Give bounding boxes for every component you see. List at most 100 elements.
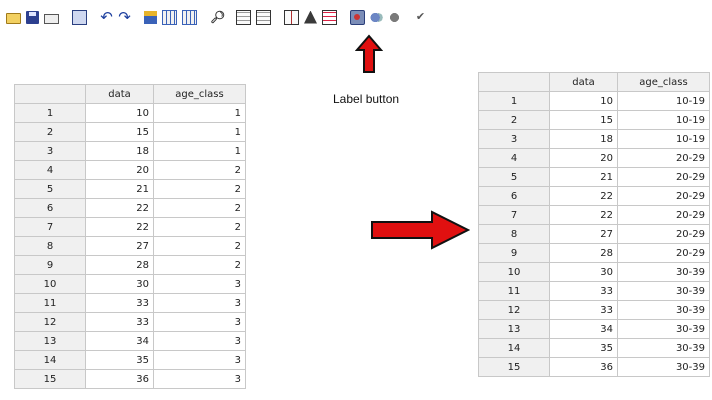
age-class-cell[interactable]: 3 [153,312,246,332]
row-number-cell[interactable]: 8 [14,236,86,256]
data-cell[interactable]: 28 [549,243,618,263]
data-cell[interactable]: 21 [549,167,618,187]
row-number-cell[interactable]: 4 [478,148,550,168]
row-number-cell[interactable]: 7 [14,217,86,237]
age-class-cell[interactable]: 20-29 [617,186,710,206]
age-class-cell[interactable]: 20-29 [617,243,710,263]
row-number-cell[interactable]: 5 [478,167,550,187]
row-number-cell[interactable]: 11 [478,281,550,301]
data-cell[interactable]: 36 [549,357,618,377]
age-class-cell[interactable]: 30-39 [617,357,710,377]
row-number-cell[interactable]: 1 [14,103,86,123]
insert-cases-icon[interactable] [236,9,251,25]
data-cell[interactable]: 15 [85,122,154,142]
print-icon[interactable] [44,13,59,24]
row-number-cell[interactable]: 8 [478,224,550,244]
age-class-cell[interactable]: 20-29 [617,167,710,187]
data-cell[interactable]: 36 [85,369,154,389]
weight-cases-icon[interactable] [304,10,317,24]
age-class-cell[interactable]: 1 [153,122,246,142]
data-cell[interactable]: 33 [549,281,618,301]
data-cell[interactable]: 22 [549,205,618,225]
dialog-recall-icon[interactable] [72,9,87,25]
row-number-cell[interactable]: 7 [478,205,550,225]
data-cell[interactable]: 22 [85,217,154,237]
show-all-icon[interactable] [388,10,401,24]
data-cell[interactable]: 35 [549,338,618,358]
age-class-cell[interactable]: 30-39 [617,338,710,358]
undo-icon[interactable]: ↶ [100,10,113,25]
row-number-cell[interactable]: 14 [478,338,550,358]
data-cell[interactable]: 27 [85,236,154,256]
row-number-cell[interactable]: 3 [478,129,550,149]
age-class-cell[interactable]: 2 [153,160,246,180]
data-cell[interactable]: 33 [85,312,154,332]
data-cell[interactable]: 21 [85,179,154,199]
data-cell[interactable]: 18 [549,129,618,149]
data-cell[interactable]: 34 [85,331,154,351]
age-class-cell[interactable]: 2 [153,217,246,237]
data-cell[interactable]: 20 [549,148,618,168]
value-labels-icon[interactable] [350,9,365,25]
age-class-cell[interactable]: 30-39 [617,281,710,301]
data-cell[interactable]: 30 [549,262,618,282]
row-number-cell[interactable]: 10 [478,262,550,282]
row-number-cell[interactable]: 2 [478,110,550,130]
row-number-cell[interactable]: 6 [478,186,550,206]
row-number-cell[interactable]: 12 [14,312,86,332]
age-class-cell[interactable]: 10-19 [617,91,710,111]
row-number-cell[interactable]: 3 [14,141,86,161]
row-number-cell[interactable]: 15 [478,357,550,377]
split-file-icon[interactable] [284,9,299,25]
save-icon[interactable] [26,10,39,24]
find-icon[interactable]: 🔎︎ [210,10,225,24]
data-cell[interactable]: 33 [85,293,154,313]
row-number-cell[interactable]: 10 [14,274,86,294]
spelling-icon[interactable]: ✔ [414,11,427,24]
age-class-cell[interactable]: 3 [153,369,246,389]
goto-case-icon[interactable] [144,10,157,24]
row-number-cell[interactable]: 1 [478,91,550,111]
row-number-cell[interactable]: 14 [14,350,86,370]
age-class-cell[interactable]: 30-39 [617,262,710,282]
column-header-data[interactable]: data [85,84,154,104]
data-cell[interactable]: 28 [85,255,154,275]
age-class-cell[interactable]: 3 [153,350,246,370]
age-class-cell[interactable]: 3 [153,293,246,313]
data-cell[interactable]: 10 [549,91,618,111]
data-cell[interactable]: 27 [549,224,618,244]
age-class-cell[interactable]: 30-39 [617,300,710,320]
age-class-cell[interactable]: 1 [153,141,246,161]
age-class-cell[interactable]: 2 [153,255,246,275]
variables-info-icon[interactable] [182,9,197,25]
age-class-cell[interactable]: 30-39 [617,319,710,339]
age-class-cell[interactable]: 10-19 [617,110,710,130]
data-cell[interactable]: 20 [85,160,154,180]
row-number-cell[interactable]: 13 [478,319,550,339]
column-header-age-class[interactable]: age_class [153,84,246,104]
data-cell[interactable]: 34 [549,319,618,339]
insert-variable-icon[interactable] [256,9,271,25]
row-number-cell[interactable]: 11 [14,293,86,313]
row-number-cell[interactable]: 2 [14,122,86,142]
row-number-cell[interactable]: 13 [14,331,86,351]
age-class-cell[interactable]: 20-29 [617,148,710,168]
age-class-cell[interactable]: 3 [153,274,246,294]
data-cell[interactable]: 33 [549,300,618,320]
data-cell[interactable]: 22 [85,198,154,218]
age-class-cell[interactable]: 2 [153,198,246,218]
row-number-cell[interactable]: 15 [14,369,86,389]
data-cell[interactable]: 15 [549,110,618,130]
row-number-cell[interactable]: 6 [14,198,86,218]
age-class-cell[interactable]: 1 [153,103,246,123]
use-sets-icon[interactable] [370,10,383,24]
data-cell[interactable]: 10 [85,103,154,123]
age-class-cell[interactable]: 2 [153,179,246,199]
row-number-cell[interactable]: 12 [478,300,550,320]
data-cell[interactable]: 22 [549,186,618,206]
column-header-age-class[interactable]: age_class [617,72,710,92]
data-cell[interactable]: 35 [85,350,154,370]
column-header-data[interactable]: data [549,72,618,92]
row-number-cell[interactable]: 9 [478,243,550,263]
row-number-cell[interactable]: 5 [14,179,86,199]
